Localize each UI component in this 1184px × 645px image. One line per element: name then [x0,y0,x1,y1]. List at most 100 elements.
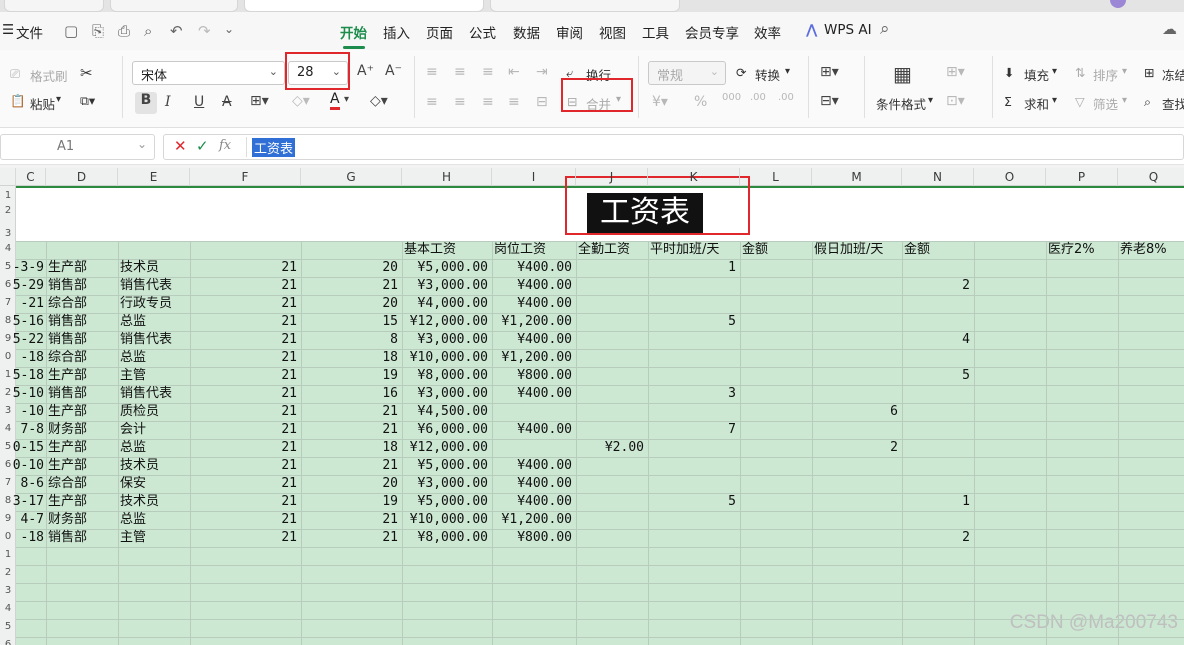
table-cell-k[interactable]: 5 [648,313,740,331]
table-cell-g[interactable]: 21 [301,529,402,547]
table-cell-h[interactable]: ¥8,000.00 [402,529,492,547]
tab-tools[interactable]: 工具 [642,22,669,42]
column-header-q[interactable]: Q [1118,168,1184,186]
table-cell-h[interactable]: ¥6,000.00 [402,421,492,439]
tab-member[interactable]: 会员专享 [685,22,739,42]
table-cell-date[interactable]: 5-16 [0,313,46,331]
table-cell-n[interactable]: 5 [902,367,974,385]
copy-icon[interactable]: ⧉▾ [80,93,95,109]
cloud-upload-icon[interactable]: ☁ [1162,20,1177,38]
table-cell-e[interactable]: 总监 [118,313,190,331]
table-cell-e[interactable]: 主管 [118,367,190,385]
convert-button[interactable]: 转换 [755,65,780,84]
table-cell-i[interactable]: ¥400.00 [492,421,576,439]
undo-icon[interactable]: ↶ [170,22,183,40]
table-cell-n[interactable]: 1 [902,493,974,511]
table-cell-e[interactable]: 销售代表 [118,385,190,403]
table-cell-d[interactable]: 财务部 [46,421,118,439]
formula-input[interactable]: ✕ ✓ fx 工资表 [163,134,1184,160]
row-col-icon[interactable]: ⊡▾ [946,93,965,109]
column-header-m[interactable]: M [812,168,902,186]
column-title-h[interactable]: 基本工资 [402,241,492,259]
column-header-o[interactable]: O [974,168,1046,186]
font-name-select[interactable]: 宋体 ⌄ [132,61,285,85]
column-header-i[interactable]: I [492,168,576,186]
table-cell-i[interactable]: ¥400.00 [492,277,576,295]
column-header-h[interactable]: H [402,168,492,186]
freeze-button[interactable]: 冻结 [1162,65,1184,84]
justify-icon[interactable]: ≡ [508,94,520,110]
table-cell-h[interactable]: ¥3,000.00 [402,331,492,349]
chevron-down-icon[interactable]: ▾ [1122,66,1127,77]
underline-button[interactable]: U [194,94,204,110]
column-title-k[interactable]: 平时加班/天 [648,241,740,259]
tab-wps-office[interactable] [4,0,104,12]
export-icon[interactable]: ⎘ [92,22,104,40]
tab-formula[interactable]: 公式 [469,22,496,42]
table-cell-d[interactable]: 综合部 [46,475,118,493]
table-cell-n[interactable]: 2 [902,277,974,295]
align-right-icon[interactable]: ≡ [482,94,494,110]
decimal-increase-icon[interactable]: .00 [750,92,766,103]
filter-icon[interactable]: ▽ [1075,94,1085,109]
conditional-format-icon[interactable]: ▦ [893,62,912,86]
table-cell-i[interactable]: ¥400.00 [492,385,576,403]
table-cell-k[interactable]: 1 [648,259,740,277]
table-cell-d[interactable]: 综合部 [46,349,118,367]
column-title-q[interactable]: 养老8% [1118,241,1184,259]
chevron-down-icon[interactable]: ▾ [928,95,933,106]
table-cell-n[interactable]: 4 [902,331,974,349]
table-cell-g[interactable]: 15 [301,313,402,331]
table-cell-f[interactable]: 21 [190,439,301,457]
table-cell-e[interactable]: 技术员 [118,493,190,511]
table-cell-e[interactable]: 质检员 [118,403,190,421]
table-cell-e[interactable]: 总监 [118,349,190,367]
table-cell-h[interactable]: ¥10,000.00 [402,511,492,529]
tab-view[interactable]: 视图 [599,22,626,42]
table-cell-h[interactable]: ¥12,000.00 [402,439,492,457]
chevron-down-icon[interactable]: ⌄ [224,22,234,36]
table-cell-e[interactable]: 行政专员 [118,295,190,313]
font-color-icon[interactable]: A [330,92,340,110]
column-header-j[interactable]: J [576,168,648,186]
convert-icon[interactable]: ⟳ [736,65,746,80]
indent-increase-icon[interactable]: ⇥ [536,64,548,80]
table-cell-g[interactable]: 18 [301,439,402,457]
table-cell-f[interactable]: 21 [190,457,301,475]
table-cell-i[interactable]: ¥800.00 [492,367,576,385]
table-cell-d[interactable]: 生产部 [46,259,118,277]
table-cell-f[interactable]: 21 [190,259,301,277]
filter-button[interactable]: 筛选 [1093,94,1118,113]
tab-pdf[interactable] [490,0,680,12]
row-header-21[interactable]: 1 [0,549,16,560]
table-cell-g[interactable]: 18 [301,349,402,367]
table-style-icon[interactable]: ⊞▾ [820,64,839,80]
table-cell-d[interactable]: 销售部 [46,277,118,295]
fill-button[interactable]: 填充 [1024,65,1049,84]
row-header-22[interactable]: 2 [0,567,16,578]
table-cell-i[interactable]: ¥1,200.00 [492,349,576,367]
table-cell-d[interactable]: 生产部 [46,493,118,511]
table-cell-i[interactable]: ¥1,200.00 [492,313,576,331]
table-cell-f[interactable]: 21 [190,277,301,295]
table-cell-h[interactable]: ¥12,000.00 [402,313,492,331]
tab-review[interactable]: 审阅 [556,22,583,42]
row-header-26[interactable]: 6 [0,639,16,645]
table-cell-j[interactable]: ¥2.00 [576,439,648,457]
hamburger-icon[interactable]: ☰ [2,22,14,38]
name-box[interactable]: A1 ⌄ [0,134,155,160]
column-title-l[interactable]: 金额 [740,241,812,259]
table-cell-e[interactable]: 销售代表 [118,277,190,295]
table-cell-g[interactable]: 16 [301,385,402,403]
table-cell-i[interactable]: ¥400.00 [492,457,576,475]
table-cell-f[interactable]: 21 [190,349,301,367]
cut-icon[interactable]: ✂ [80,64,93,82]
row-header-24[interactable]: 4 [0,603,16,614]
table-cell-g[interactable]: 21 [301,277,402,295]
tab-insert[interactable]: 插入 [383,22,410,42]
table-cell-g[interactable]: 20 [301,295,402,313]
table-cell-m[interactable]: 6 [812,403,902,421]
column-header-k[interactable]: K [648,168,740,186]
column-header-d[interactable]: D [46,168,118,186]
border-icon[interactable]: ⊞▾ [250,93,269,109]
